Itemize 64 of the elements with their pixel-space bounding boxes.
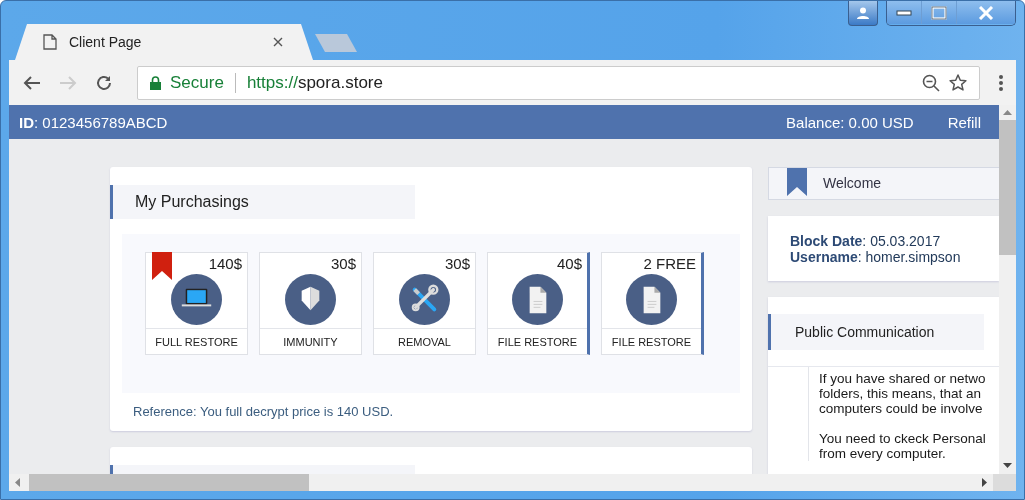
product-label: FILE RESTORE (602, 328, 701, 354)
product-label: REMOVAL (374, 328, 475, 354)
product-tile[interactable]: 140$ FULL RESTORE (145, 252, 248, 355)
maximize-icon (931, 5, 947, 20)
close-icon (977, 5, 995, 20)
reference-text: Reference: You full decrypt price is 140 USD. (132, 403, 395, 419)
price-text: 140$ (208, 254, 243, 274)
close-button[interactable] (956, 1, 1015, 24)
price-text: 30$ (444, 254, 471, 274)
tools-icon (399, 274, 450, 325)
product-tile[interactable]: 2 FREE FILE RESTORE (601, 252, 704, 355)
message-text: You need to ckeck Personal (819, 430, 986, 446)
scroll-down-icon[interactable] (1003, 463, 1012, 468)
message-text: If you have shared or netwo (819, 370, 986, 386)
lock-icon (150, 75, 161, 90)
star-icon[interactable] (949, 73, 967, 92)
document-icon (626, 274, 677, 325)
product-tile[interactable]: 40$ FILE RESTORE (487, 252, 590, 355)
user-button[interactable] (848, 1, 878, 26)
product-tile[interactable]: 30$ REMOVAL (373, 252, 476, 355)
scroll-left-icon[interactable] (15, 478, 20, 487)
section-heading: Public Communication (768, 313, 984, 350)
product-label: FULL RESTORE (146, 328, 247, 354)
address-bar[interactable]: Secure https://spora.store (137, 65, 980, 100)
close-icon[interactable] (273, 37, 283, 47)
back-arrow-icon[interactable] (23, 74, 41, 91)
welcome-title: Welcome (823, 175, 882, 192)
tab-title: Client Page (69, 34, 143, 50)
page-icon (43, 34, 57, 50)
info-line: Username: homer.simpson (790, 248, 962, 265)
secure-label: Secure (170, 72, 224, 93)
person-icon (856, 7, 870, 19)
price-text: 40$ (556, 254, 583, 274)
product-label: IMMUNITY (260, 328, 361, 354)
laptop-icon (171, 274, 222, 325)
info-line: Block Date: 05.03.2017 (790, 232, 942, 249)
balance-text: Balance: 0.00 USD (786, 113, 914, 131)
scroll-thumb[interactable] (29, 474, 309, 491)
message-text: from every computer. (819, 445, 947, 461)
horizontal-scrollbar[interactable] (9, 474, 1016, 491)
message-text: computers could be involve (819, 400, 984, 416)
shield-icon (285, 274, 336, 325)
browser-tab[interactable]: Client Page (15, 24, 313, 60)
minimize-icon (896, 9, 912, 16)
client-id: ID: 0123456789ABCD (19, 113, 168, 131)
price-text: 2 FREE (643, 254, 697, 274)
menu-icon[interactable] (998, 73, 1004, 92)
refill-link[interactable]: Refill (947, 113, 981, 131)
minimize-button[interactable] (887, 1, 921, 24)
reload-icon[interactable] (95, 73, 113, 92)
zoom-out-icon[interactable] (922, 73, 940, 92)
product-label: FILE RESTORE (488, 328, 587, 354)
vertical-scrollbar[interactable] (999, 105, 1016, 474)
section-heading: My Purchasings (110, 185, 415, 219)
bookmark-icon (787, 168, 807, 196)
message-text: folders, this means, that an (819, 385, 983, 401)
price-text: 30$ (330, 254, 357, 274)
scroll-right-icon[interactable] (982, 478, 987, 487)
product-tile[interactable]: 30$ IMMUNITY (259, 252, 362, 355)
scroll-up-icon[interactable] (1003, 110, 1012, 115)
scrollbar-corner (993, 474, 1016, 491)
document-icon (512, 274, 563, 325)
url-text: https://spora.store (246, 72, 383, 93)
scroll-thumb[interactable] (999, 120, 1016, 255)
